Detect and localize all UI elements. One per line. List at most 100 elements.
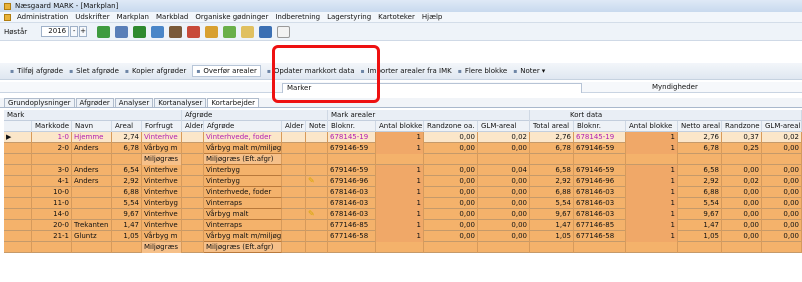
cell-afgrode[interactable]: Vinterbyg (204, 176, 282, 187)
cell-randzone[interactable]: 0,00 (424, 187, 478, 198)
cell-kantal[interactable] (626, 242, 678, 253)
cell-alder1[interactable] (182, 209, 204, 220)
cell-afgrode[interactable]: Vinterraps (204, 220, 282, 231)
cell-kantal[interactable]: 1 (626, 198, 678, 209)
cell-markkode[interactable]: 4-1 (32, 176, 72, 187)
notes-dropdown[interactable]: ▪ Noter ▾ (513, 67, 545, 75)
cell-alder1[interactable] (182, 154, 204, 165)
tab-kortarbejder[interactable]: Kortarbejder (207, 98, 259, 107)
cell-total[interactable]: 6,88 (530, 187, 574, 198)
cell-kbloknr[interactable]: 678145-19 (574, 132, 626, 143)
cell-areal[interactable]: 2,92 (112, 176, 142, 187)
cell-forfrugt[interactable]: Miljøgræs (142, 154, 182, 165)
cell-kglm[interactable]: 0,00 (762, 220, 802, 231)
cell-kglm[interactable]: 0,00 (762, 165, 802, 176)
cell-alder2[interactable] (282, 154, 306, 165)
cell-forfrugt[interactable]: Vinterhve (142, 132, 182, 143)
copy-crops-button[interactable]: ▪ Kopier afgrøder (125, 67, 186, 75)
cell-markkode[interactable]: 3-0 (32, 165, 72, 176)
cell-alder1[interactable] (182, 198, 204, 209)
cell-bloknr[interactable]: 678145-19 (328, 132, 376, 143)
cell-kantal[interactable]: 1 (626, 132, 678, 143)
cell-kbloknr[interactable]: 679146-96 (574, 176, 626, 187)
cell-netto[interactable]: 6,88 (678, 187, 722, 198)
cell-kglm[interactable]: 0,00 (762, 209, 802, 220)
notes-icon[interactable] (241, 25, 255, 38)
tractor-icon[interactable] (187, 25, 201, 38)
cell-note[interactable] (306, 165, 328, 176)
row-selector[interactable]: ▶ (4, 132, 32, 143)
cell-navn[interactable]: Anders (72, 176, 112, 187)
cell-kglm[interactable]: 0,00 (762, 176, 802, 187)
cell-forfrugt[interactable]: Vinterhve (142, 187, 182, 198)
cell-randzone[interactable]: 0,00 (424, 132, 478, 143)
cell-forfrugt[interactable]: Vinterhve (142, 209, 182, 220)
cell-alder2[interactable] (282, 242, 306, 253)
year-plus-button[interactable]: + (79, 26, 88, 37)
cell-kantal[interactable]: 1 (626, 165, 678, 176)
cell-forfrugt[interactable]: Vårbyg m (142, 231, 182, 242)
column-header[interactable]: GLM-areal (762, 121, 802, 132)
cell-glm[interactable]: 0,00 (478, 187, 530, 198)
column-header[interactable]: Alder (282, 121, 306, 132)
menu-lagerstyring[interactable]: Lagerstyring (327, 13, 371, 21)
cell-alder2[interactable] (282, 220, 306, 231)
cell-alder1[interactable] (182, 187, 204, 198)
cell-note[interactable] (306, 198, 328, 209)
menu-markplan[interactable]: Markplan (117, 13, 149, 21)
column-header[interactable]: Bloknr. (328, 121, 376, 132)
cell-kantal[interactable]: 1 (626, 187, 678, 198)
cell-netto[interactable] (678, 242, 722, 253)
cell-netto[interactable]: 6,78 (678, 143, 722, 154)
cell-antal[interactable]: 1 (376, 198, 424, 209)
cell-alder1[interactable] (182, 165, 204, 176)
cell-randzone[interactable]: 0,00 (424, 220, 478, 231)
cell-navn[interactable]: Trekanten (72, 220, 112, 231)
cell-total[interactable] (530, 154, 574, 165)
cell-glm[interactable]: 0,04 (478, 165, 530, 176)
cell-bloknr[interactable]: 679146-59 (328, 165, 376, 176)
cell-glm[interactable]: 0,00 (478, 176, 530, 187)
cell-markkode[interactable]: 2-0 (32, 143, 72, 154)
cell-total[interactable]: 5,54 (530, 198, 574, 209)
cell-areal[interactable]: 9,67 (112, 209, 142, 220)
cell-krand[interactable]: 0,25 (722, 143, 762, 154)
cell-note[interactable] (306, 187, 328, 198)
cell-forfrugt[interactable]: Vinterbyg (142, 198, 182, 209)
cell-kantal[interactable]: 1 (626, 220, 678, 231)
cell-randzone[interactable]: 0,00 (424, 198, 478, 209)
cell-antal[interactable]: 1 (376, 132, 424, 143)
cell-alder1[interactable] (182, 143, 204, 154)
cell-alder1[interactable] (182, 220, 204, 231)
cell-areal[interactable]: 1,05 (112, 231, 142, 242)
cell-kbloknr[interactable]: 677146-58 (574, 231, 626, 242)
cell-kbloknr[interactable]: 678146-03 (574, 187, 626, 198)
cell-netto[interactable]: 5,54 (678, 198, 722, 209)
column-header[interactable]: GLM-areal (478, 121, 530, 132)
table-icon[interactable] (151, 25, 165, 38)
cell-krand[interactable]: 0,00 (722, 165, 762, 176)
cell-krand[interactable]: 0,02 (722, 176, 762, 187)
cell-forfrugt[interactable]: Vårbyg m (142, 143, 182, 154)
cell-antal[interactable]: 1 (376, 209, 424, 220)
cell-navn[interactable]: Gluntz (72, 231, 112, 242)
cell-kantal[interactable]: 1 (626, 176, 678, 187)
cell-antal[interactable] (376, 154, 424, 165)
column-header[interactable]: Antal blokke (626, 121, 678, 132)
menu-organiske[interactable]: Organiske gødninger (195, 13, 268, 21)
table-row[interactable]: 14-0 9,67 Vinterhve Vårbyg malt ✎ 678146-03 1 0… (4, 209, 802, 220)
cell-kbloknr[interactable]: 679146-59 (574, 165, 626, 176)
chart-icon[interactable] (259, 25, 273, 38)
note-icon[interactable]: ✎ (308, 176, 315, 185)
cell-navn[interactable]: Anders (72, 165, 112, 176)
cell-antal[interactable]: 1 (376, 143, 424, 154)
cell-alder1[interactable] (182, 231, 204, 242)
cell-netto[interactable]: 1,05 (678, 231, 722, 242)
cell-total[interactable]: 1,47 (530, 220, 574, 231)
cell-afgrode[interactable]: Miljøgræs (Eft.afgr) (204, 154, 282, 165)
cell-afgrode[interactable]: Miljøgræs (Eft.afgr) (204, 242, 282, 253)
cell-navn[interactable] (72, 198, 112, 209)
cell-bloknr[interactable]: 679146-59 (328, 143, 376, 154)
row-selector[interactable] (4, 198, 32, 209)
column-header[interactable]: Randzone oa. (424, 121, 478, 132)
